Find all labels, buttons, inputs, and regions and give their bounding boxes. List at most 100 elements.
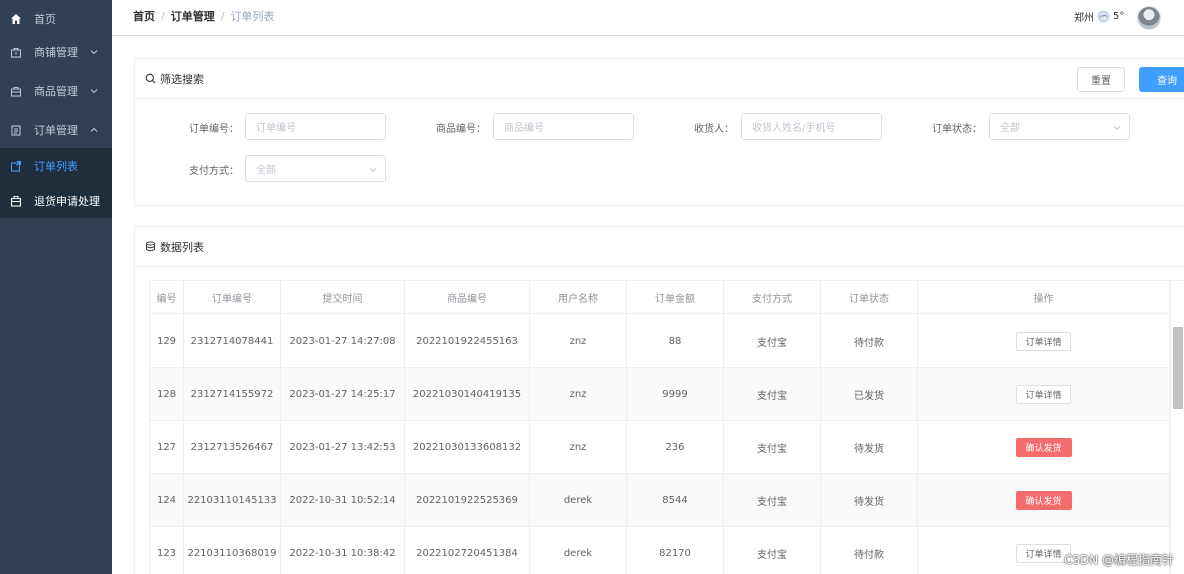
table-scrollbar-thumb[interactable] — [1173, 327, 1183, 409]
breadcrumb-separator: / — [220, 9, 225, 23]
order-detail-button[interactable]: 订单详情 — [1016, 384, 1071, 404]
breadcrumb-current: 订单列表 — [230, 10, 275, 23]
sidebar-item-label: 订单管理 — [34, 124, 78, 137]
order-detail-button[interactable]: 订单详情 — [1016, 543, 1071, 563]
confirm-ship-button[interactable]: 确认发货 — [1015, 490, 1072, 510]
sidebar-item-shop-management[interactable]: 商铺管理 — [0, 33, 112, 71]
user-avatar[interactable] — [1137, 6, 1161, 30]
cell-action: 订单详情 — [918, 315, 1170, 367]
cell-order-no: 22103110368019 — [184, 527, 281, 574]
cell-time: 2022-10-31 10:52:14 — [281, 474, 405, 526]
sidebar-item-label: 商品管理 — [34, 85, 78, 98]
cell-amount: 9999 — [627, 368, 724, 420]
order-no-input[interactable]: 订单编号 — [245, 113, 386, 140]
pay-method-label: 支付方式： — [189, 166, 239, 177]
order-status-value: 全部 — [1000, 123, 1020, 134]
chevron-down-icon — [369, 166, 377, 174]
top-navbar: 首页 / 订单管理 / 订单列表 郑州 5° — [112, 0, 1184, 36]
col-header-status: 订单状态 — [821, 281, 918, 313]
table-scrollbar-track[interactable] — [1170, 281, 1184, 574]
col-header-time: 提交时间 — [281, 281, 405, 313]
sidebar-item-label: 首页 — [34, 13, 56, 26]
cell-status: 待付款 — [821, 527, 918, 574]
sidebar-item-order-management[interactable]: 订单管理 — [0, 111, 112, 149]
product-no-label: 商品编号： — [436, 124, 486, 135]
cell-amount: 236 — [627, 421, 724, 473]
cell-pay: 支付宝 — [724, 315, 821, 367]
data-list-title: 数据列表 — [160, 240, 204, 254]
shop-icon — [10, 46, 22, 58]
sidebar-item-label: 退货申请处理 — [34, 195, 100, 208]
query-button[interactable]: 查询 — [1139, 67, 1184, 92]
breadcrumb-separator: / — [161, 9, 165, 23]
order-status-select[interactable]: 全部 — [989, 113, 1130, 140]
cell-time: 2023-01-27 14:25:17 — [281, 368, 405, 420]
cell-status: 已发货 — [821, 368, 918, 420]
home-icon — [10, 13, 22, 25]
table-row: 128 2312714155972 2023-01-27 14:25:17 20… — [150, 368, 1170, 421]
reset-button[interactable]: 重置 — [1077, 67, 1125, 92]
cell-pay: 支付宝 — [724, 527, 821, 574]
col-header-pay: 支付方式 — [724, 281, 821, 313]
order-icon — [10, 124, 22, 136]
cell-pay: 支付宝 — [724, 368, 821, 420]
cell-product-no: 2022101922525369 — [405, 474, 530, 526]
filter-card-header: 筛选搜索 — [135, 59, 1184, 99]
product-no-input[interactable]: 商品编号 — [493, 113, 634, 140]
sidebar-item-product-management[interactable]: 商品管理 — [0, 72, 112, 110]
cell-product-no: 2022102720451384 — [405, 527, 530, 574]
database-icon — [145, 241, 156, 252]
cell-user: znz — [530, 368, 627, 420]
cell-product-no: 2022101922455163 — [405, 315, 530, 367]
cell-time: 2023-01-27 13:42:53 — [281, 421, 405, 473]
col-header-product-no: 商品编号 — [405, 281, 530, 313]
cell-status: 待付款 — [821, 315, 918, 367]
data-card-header: 数据列表 — [135, 227, 1184, 267]
product-icon — [10, 85, 22, 97]
cell-action: 订单详情 — [918, 368, 1170, 420]
cell-id: 129 — [150, 315, 184, 367]
cell-id: 124 — [150, 474, 184, 526]
table-row: 124 22103110145133 2022-10-31 10:52:14 2… — [150, 474, 1170, 527]
cell-user: znz — [530, 315, 627, 367]
cell-time: 2023-01-27 14:27:08 — [281, 315, 405, 367]
col-header-order-no: 订单编号 — [184, 281, 281, 313]
cell-amount: 8544 — [627, 474, 724, 526]
cell-pay: 支付宝 — [724, 421, 821, 473]
confirm-ship-button[interactable]: 确认发货 — [1015, 437, 1072, 457]
cell-id: 123 — [150, 527, 184, 574]
cell-order-no: 2312713526467 — [184, 421, 281, 473]
cell-product-no: 20221030140419135 — [405, 368, 530, 420]
cell-user: znz — [530, 421, 627, 473]
cell-status: 待发货 — [821, 421, 918, 473]
cell-time: 2022-10-31 10:38:42 — [281, 527, 405, 574]
chevron-down-icon — [90, 87, 98, 95]
col-header-amount: 订单金额 — [627, 281, 724, 313]
sidebar-item-order-list[interactable]: 订单列表 — [0, 148, 112, 184]
search-icon — [145, 73, 156, 84]
cell-user: derek — [530, 527, 627, 574]
breadcrumb-order-management[interactable]: 订单管理 — [171, 8, 215, 24]
table-row: 129 2312714078441 2023-01-27 14:27:08 20… — [150, 315, 1170, 368]
sidebar-item-return-requests[interactable]: 退货申请处理 — [0, 183, 112, 219]
cell-order-no: 2312714155972 — [184, 368, 281, 420]
order-status-label: 订单状态： — [932, 124, 982, 135]
order-no-label: 订单编号： — [189, 124, 239, 135]
order-list-icon — [10, 160, 22, 172]
weather-cloudy-icon — [1097, 10, 1110, 23]
watermark: CSDN @编程指南针 — [1063, 553, 1174, 567]
cell-product-no: 20221030133608132 — [405, 421, 530, 473]
weather-temperature: 5° — [1113, 11, 1125, 22]
table-header-row: 编号 订单编号 提交时间 商品编号 用户名称 订单金额 支付方式 订单状态 操作 — [150, 281, 1170, 314]
breadcrumb-home[interactable]: 首页 — [133, 8, 155, 24]
pay-method-select[interactable]: 全部 — [245, 155, 386, 182]
cell-status: 待发货 — [821, 474, 918, 526]
receiver-input[interactable]: 收货人姓名/手机号 — [741, 113, 882, 140]
cell-action: 确认发货 — [918, 421, 1170, 473]
data-list-card: 数据列表 编号 订单编号 提交时间 商品编号 用户名称 订单金额 支付方式 订单… — [134, 226, 1184, 574]
orders-table: 编号 订单编号 提交时间 商品编号 用户名称 订单金额 支付方式 订单状态 操作… — [149, 280, 1184, 574]
order-detail-button[interactable]: 订单详情 — [1016, 331, 1071, 351]
table-row: 127 2312713526467 2023-01-27 13:42:53 20… — [150, 421, 1170, 474]
cell-id: 128 — [150, 368, 184, 420]
col-header-user: 用户名称 — [530, 281, 627, 313]
